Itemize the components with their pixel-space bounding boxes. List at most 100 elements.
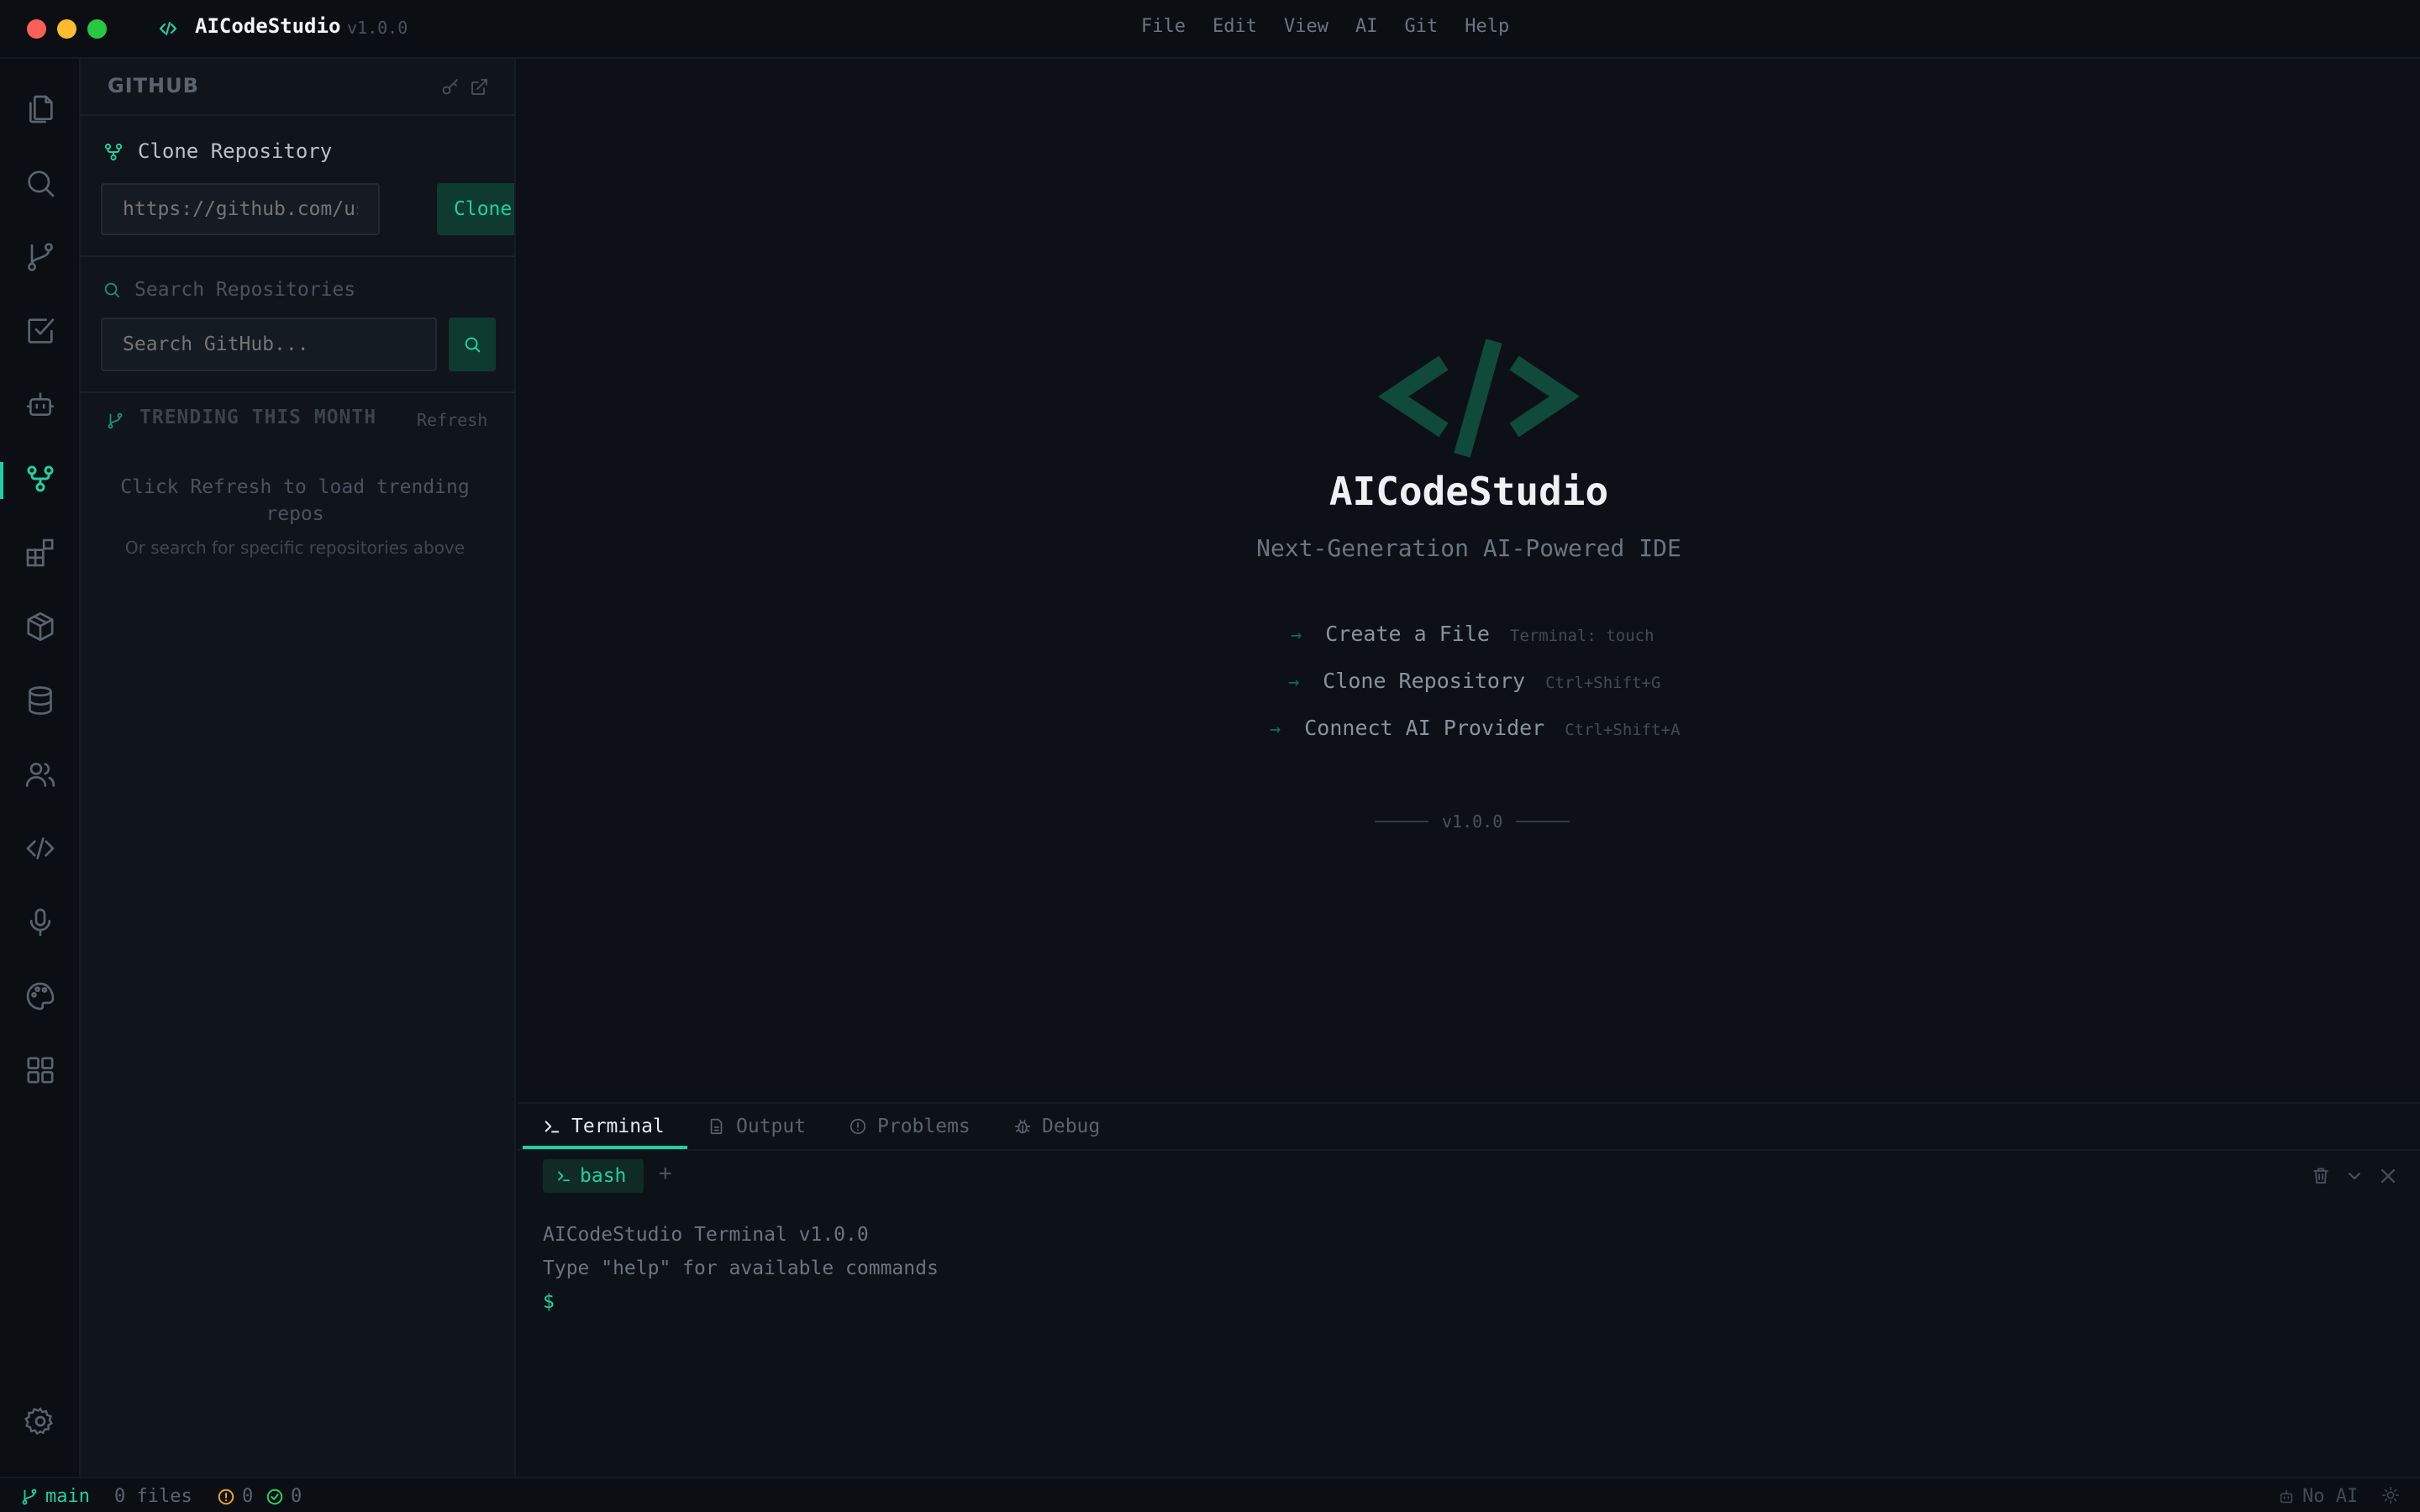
terminal-icon <box>558 1171 570 1182</box>
close-window-button[interactable] <box>27 19 46 39</box>
new-terminal-button[interactable]: + <box>659 1161 672 1186</box>
extensions-icon <box>26 538 54 567</box>
quick-action-label[interactable]: Clone Repository <box>1323 669 1525 693</box>
repo-url-input[interactable] <box>101 183 380 235</box>
file-count: 0 files <box>114 1486 192 1507</box>
alert-circle-icon <box>850 1118 866 1135</box>
close-icon[interactable] <box>2378 1166 2398 1186</box>
divider <box>518 1149 2420 1151</box>
minimize-window-button[interactable] <box>57 19 76 39</box>
quick-action-create-file[interactable]: → Create a File Terminal: touch <box>1291 622 1655 646</box>
branch-indicator[interactable]: main <box>20 1486 90 1507</box>
menu-edit[interactable]: Edit <box>1213 16 1257 37</box>
settings-icon <box>24 1407 54 1436</box>
search-icon <box>465 337 481 353</box>
quick-action-clone-repo[interactable]: → Clone Repository Ctrl+Shift+G <box>1288 669 1660 693</box>
activity-collaborators[interactable] <box>0 741 81 808</box>
database-icon <box>29 686 52 715</box>
app-window: AICodeStudio v1.0.0 File Edit View AI Gi… <box>0 0 2420 1512</box>
sun-icon <box>2382 1487 2399 1504</box>
github-icon <box>27 465 54 492</box>
activity-voice[interactable] <box>0 889 81 956</box>
activity-code[interactable] <box>0 815 81 882</box>
key-icon[interactable] <box>440 77 460 97</box>
welcome-version: v1.0.0 <box>1442 811 1503 832</box>
terminal-icon <box>544 1121 560 1133</box>
tab-label: Output <box>736 1116 807 1137</box>
terminal-output[interactable]: AICodeStudio Terminal v1.0.0 Type "help"… <box>543 1218 939 1319</box>
github-search-button[interactable] <box>449 318 496 371</box>
panel-header: GITHUB <box>81 59 514 116</box>
menu-ai[interactable]: AI <box>1355 16 1378 37</box>
chevron-down-icon[interactable] <box>2344 1166 2365 1186</box>
quick-action-shortcut: Terminal: touch <box>1509 627 1655 645</box>
maximize-window-button[interactable] <box>87 19 107 39</box>
code-logo-icon <box>1378 339 1580 458</box>
activity-explorer[interactable] <box>0 76 81 143</box>
users-icon <box>25 763 55 787</box>
app-version: v1.0.0 <box>347 18 408 38</box>
search-section-title: Search Repositories <box>134 279 356 301</box>
activity-ai-assistant[interactable] <box>0 371 81 438</box>
session-label: bash <box>580 1165 627 1187</box>
ai-status[interactable]: No AI <box>2277 1486 2358 1507</box>
checks-indicator[interactable]: 0 <box>266 1486 302 1507</box>
terminal-session-tab[interactable]: bash <box>543 1159 644 1193</box>
alert-circle-icon <box>218 1488 234 1504</box>
errors-indicator[interactable]: 0 <box>217 1486 253 1507</box>
tasks-icon <box>28 318 55 344</box>
quick-action-label[interactable]: Create a File <box>1325 622 1490 646</box>
refresh-button[interactable]: Refresh <box>417 410 487 430</box>
activity-search[interactable] <box>0 150 81 217</box>
menu-bar: File Edit View AI Git Help <box>1141 16 1536 37</box>
activity-database[interactable] <box>0 667 81 734</box>
quick-action-connect-ai[interactable]: → Connect AI Provider Ctrl+Shift+A <box>1270 716 1681 740</box>
terminal-prompt[interactable]: $ <box>543 1285 939 1319</box>
external-link-icon[interactable] <box>469 77 489 97</box>
github-search-input[interactable] <box>101 318 437 371</box>
app-name: AICodeStudio <box>195 14 341 38</box>
activity-github[interactable] <box>0 445 81 512</box>
bug-icon <box>1014 1119 1031 1134</box>
status-bar: main 0 files 0 0 No AI <box>0 1477 2420 1512</box>
activity-extensions[interactable] <box>0 519 81 586</box>
terminal-line: Type "help" for available commands <box>543 1257 939 1279</box>
arrow-right-icon: → <box>1288 672 1300 693</box>
activity-apps[interactable] <box>0 1037 81 1104</box>
activity-themes[interactable] <box>0 963 81 1030</box>
activity-packages[interactable] <box>0 593 81 660</box>
check-circle-icon <box>266 1488 283 1504</box>
clone-section-title: Clone Repository <box>138 139 333 163</box>
package-icon <box>27 612 54 642</box>
tab-problems[interactable]: Problems <box>849 1104 971 1149</box>
files-icon <box>29 95 53 123</box>
menu-help[interactable]: Help <box>1465 16 1509 37</box>
tab-output[interactable]: Output <box>708 1104 806 1149</box>
divider <box>81 391 514 393</box>
tab-debug[interactable]: Debug <box>1013 1104 1100 1149</box>
trash-icon[interactable] <box>2311 1166 2331 1186</box>
panel-title: GITHUB <box>108 74 199 97</box>
welcome-subtitle: Next-Generation AI-Powered IDE <box>1256 534 1681 562</box>
ai-status-label: No AI <box>2302 1486 2359 1507</box>
palette-icon <box>26 982 55 1011</box>
quick-action-shortcut: Ctrl+Shift+G <box>1545 674 1661 692</box>
divider-line <box>1516 821 1570 822</box>
quick-action-label[interactable]: Connect AI Provider <box>1304 716 1544 740</box>
menu-file[interactable]: File <box>1141 16 1186 37</box>
arrow-right-icon: → <box>1291 625 1302 646</box>
theme-toggle[interactable] <box>2381 1486 2400 1504</box>
activity-bar <box>0 59 81 1477</box>
menu-view[interactable]: View <box>1284 16 1328 37</box>
trending-title: TRENDING THIS MONTH <box>139 407 377 428</box>
source-control-icon <box>27 243 54 271</box>
activity-settings[interactable] <box>0 1388 81 1455</box>
tab-terminal[interactable]: Terminal <box>543 1104 665 1149</box>
clone-button[interactable]: Clone <box>437 183 514 235</box>
microphone-icon <box>29 908 51 937</box>
menu-git[interactable]: Git <box>1404 16 1438 37</box>
robot-icon <box>2280 1489 2293 1503</box>
source-control-icon <box>108 412 123 429</box>
activity-source-control[interactable] <box>0 223 81 291</box>
activity-tasks[interactable] <box>0 297 81 365</box>
